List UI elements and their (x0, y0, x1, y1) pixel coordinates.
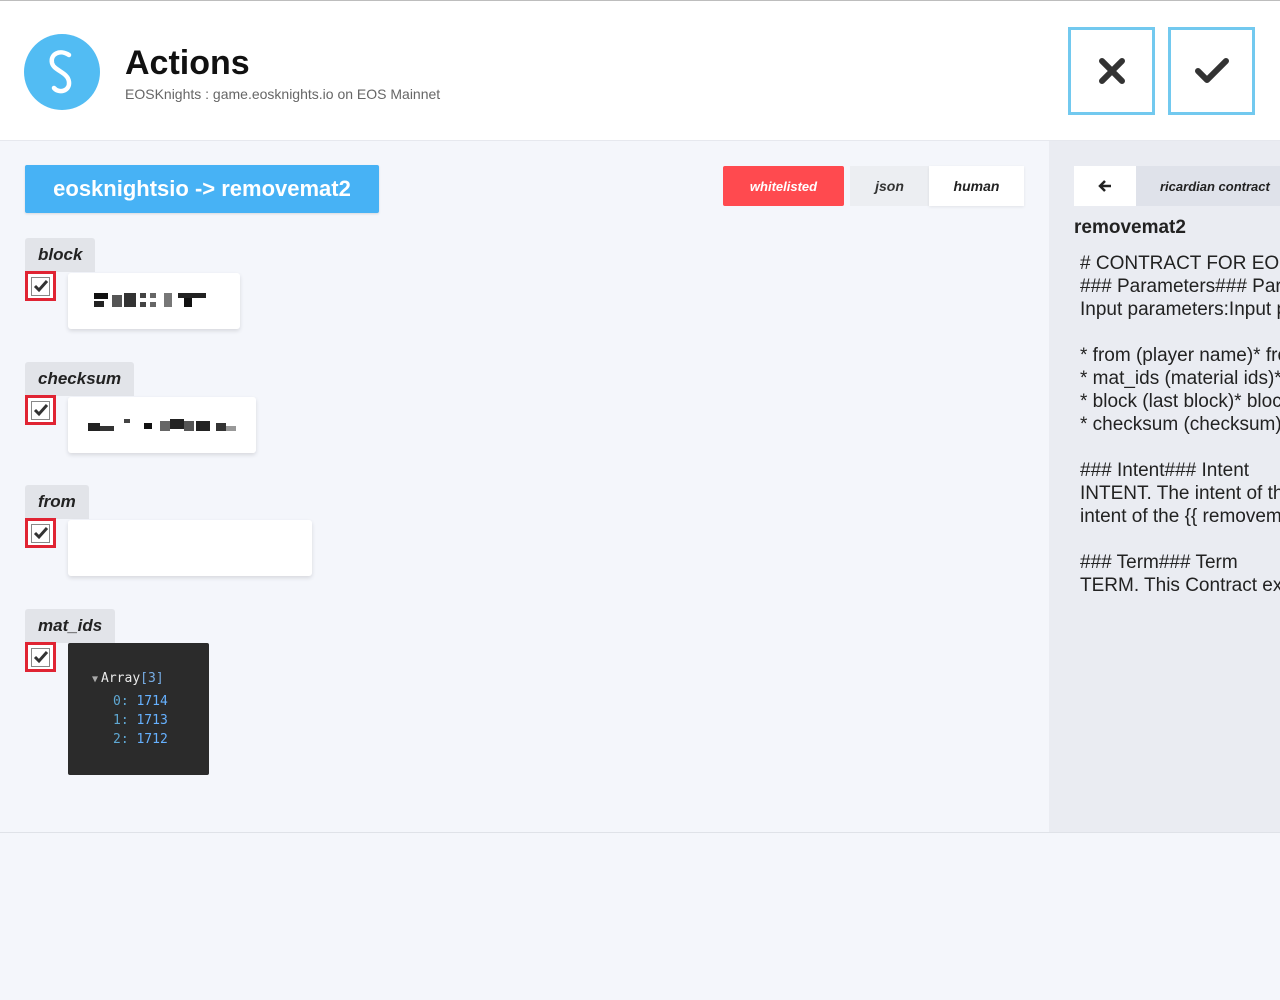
field-label-mat-ids: mat_ids (25, 609, 116, 643)
page-title: Actions (125, 44, 250, 82)
page-subtitle: EOSKnights : game.eosknights.io on EOS M… (125, 86, 441, 102)
ricardian-action-name: removemat2 (1074, 217, 1186, 238)
ricardian-line: # CONTRACT FOR EOSKNIGHTS (1080, 253, 1280, 274)
ricardian-panel: ricardian contract removemat2 # CONTRACT… (1049, 141, 1280, 832)
redacted-value (88, 417, 238, 433)
check-icon (33, 280, 48, 293)
action-details-panel: eosknightsio -> removemat2 whitelisted j… (0, 141, 1049, 832)
field-value-checksum (68, 397, 256, 453)
ricardian-line: * mat_ids (material ids)* mat_ids (mater… (1080, 368, 1280, 389)
whitelist-checkbox-mat-ids[interactable] (25, 642, 56, 672)
triangle-down-icon: ▼ (92, 674, 99, 685)
whitelisted-badge[interactable]: whitelisted (723, 166, 844, 206)
arrow-left-icon (1098, 180, 1111, 192)
field-label-block: block (25, 238, 96, 272)
ricardian-line: * checksum (checksum)* checksum (checksu… (1080, 414, 1280, 435)
field-value-block (68, 273, 240, 329)
view-human-toggle[interactable]: human (929, 166, 1024, 206)
divider (0, 832, 1280, 833)
close-icon (1098, 58, 1125, 84)
field-label-from: from (25, 485, 89, 519)
array-header[interactable]: ▼ Array[3] (92, 671, 164, 686)
ricardian-line: Input parameters:Input parameters: (1080, 299, 1280, 320)
header: Actions EOSKnights : game.eosknights.io … (0, 0, 1280, 141)
ricardian-line: * from (player name)* from (player name) (1080, 345, 1280, 366)
ricardian-line: ### Parameters### Parameters (1080, 276, 1280, 297)
view-json-toggle[interactable]: json (850, 166, 929, 206)
array-item: 1: 1713 (113, 713, 168, 728)
back-button[interactable] (1074, 166, 1136, 206)
whitelist-checkbox-block[interactable] (25, 271, 56, 301)
ricardian-line: TERM. This Contract expires (1080, 575, 1280, 596)
array-item: 0: 1714 (113, 694, 168, 709)
action-title: eosknightsio -> removemat2 (25, 165, 379, 213)
field-label-checksum: checksum (25, 362, 135, 396)
field-value-from (68, 520, 312, 576)
ricardian-line: INTENT. The intent of the (1080, 483, 1280, 504)
check-icon (33, 651, 48, 664)
check-icon (33, 404, 48, 417)
ricardian-line: * block (last block)* block (last block) (1080, 391, 1280, 412)
ricardian-line: ### Intent### Intent (1080, 460, 1250, 481)
array-item: 2: 1712 (113, 732, 168, 747)
whitelist-checkbox-from[interactable] (25, 518, 56, 548)
cancel-button[interactable] (1068, 27, 1155, 115)
check-icon (1194, 58, 1229, 83)
mat-ids-json-viewer: ▼ Array[3] 0: 1714 1: 1713 2: 1712 (68, 643, 209, 775)
scatter-logo-icon (24, 34, 100, 110)
ricardian-line: ### Term### Term (1080, 552, 1238, 573)
ricardian-line: intent of the {{ removemat2 }} (1080, 506, 1280, 527)
accept-button[interactable] (1168, 27, 1255, 115)
redacted-value (94, 293, 206, 309)
tab-ricardian-contract[interactable]: ricardian contract (1136, 166, 1280, 206)
whitelist-checkbox-checksum[interactable] (25, 395, 56, 425)
check-icon (33, 527, 48, 540)
